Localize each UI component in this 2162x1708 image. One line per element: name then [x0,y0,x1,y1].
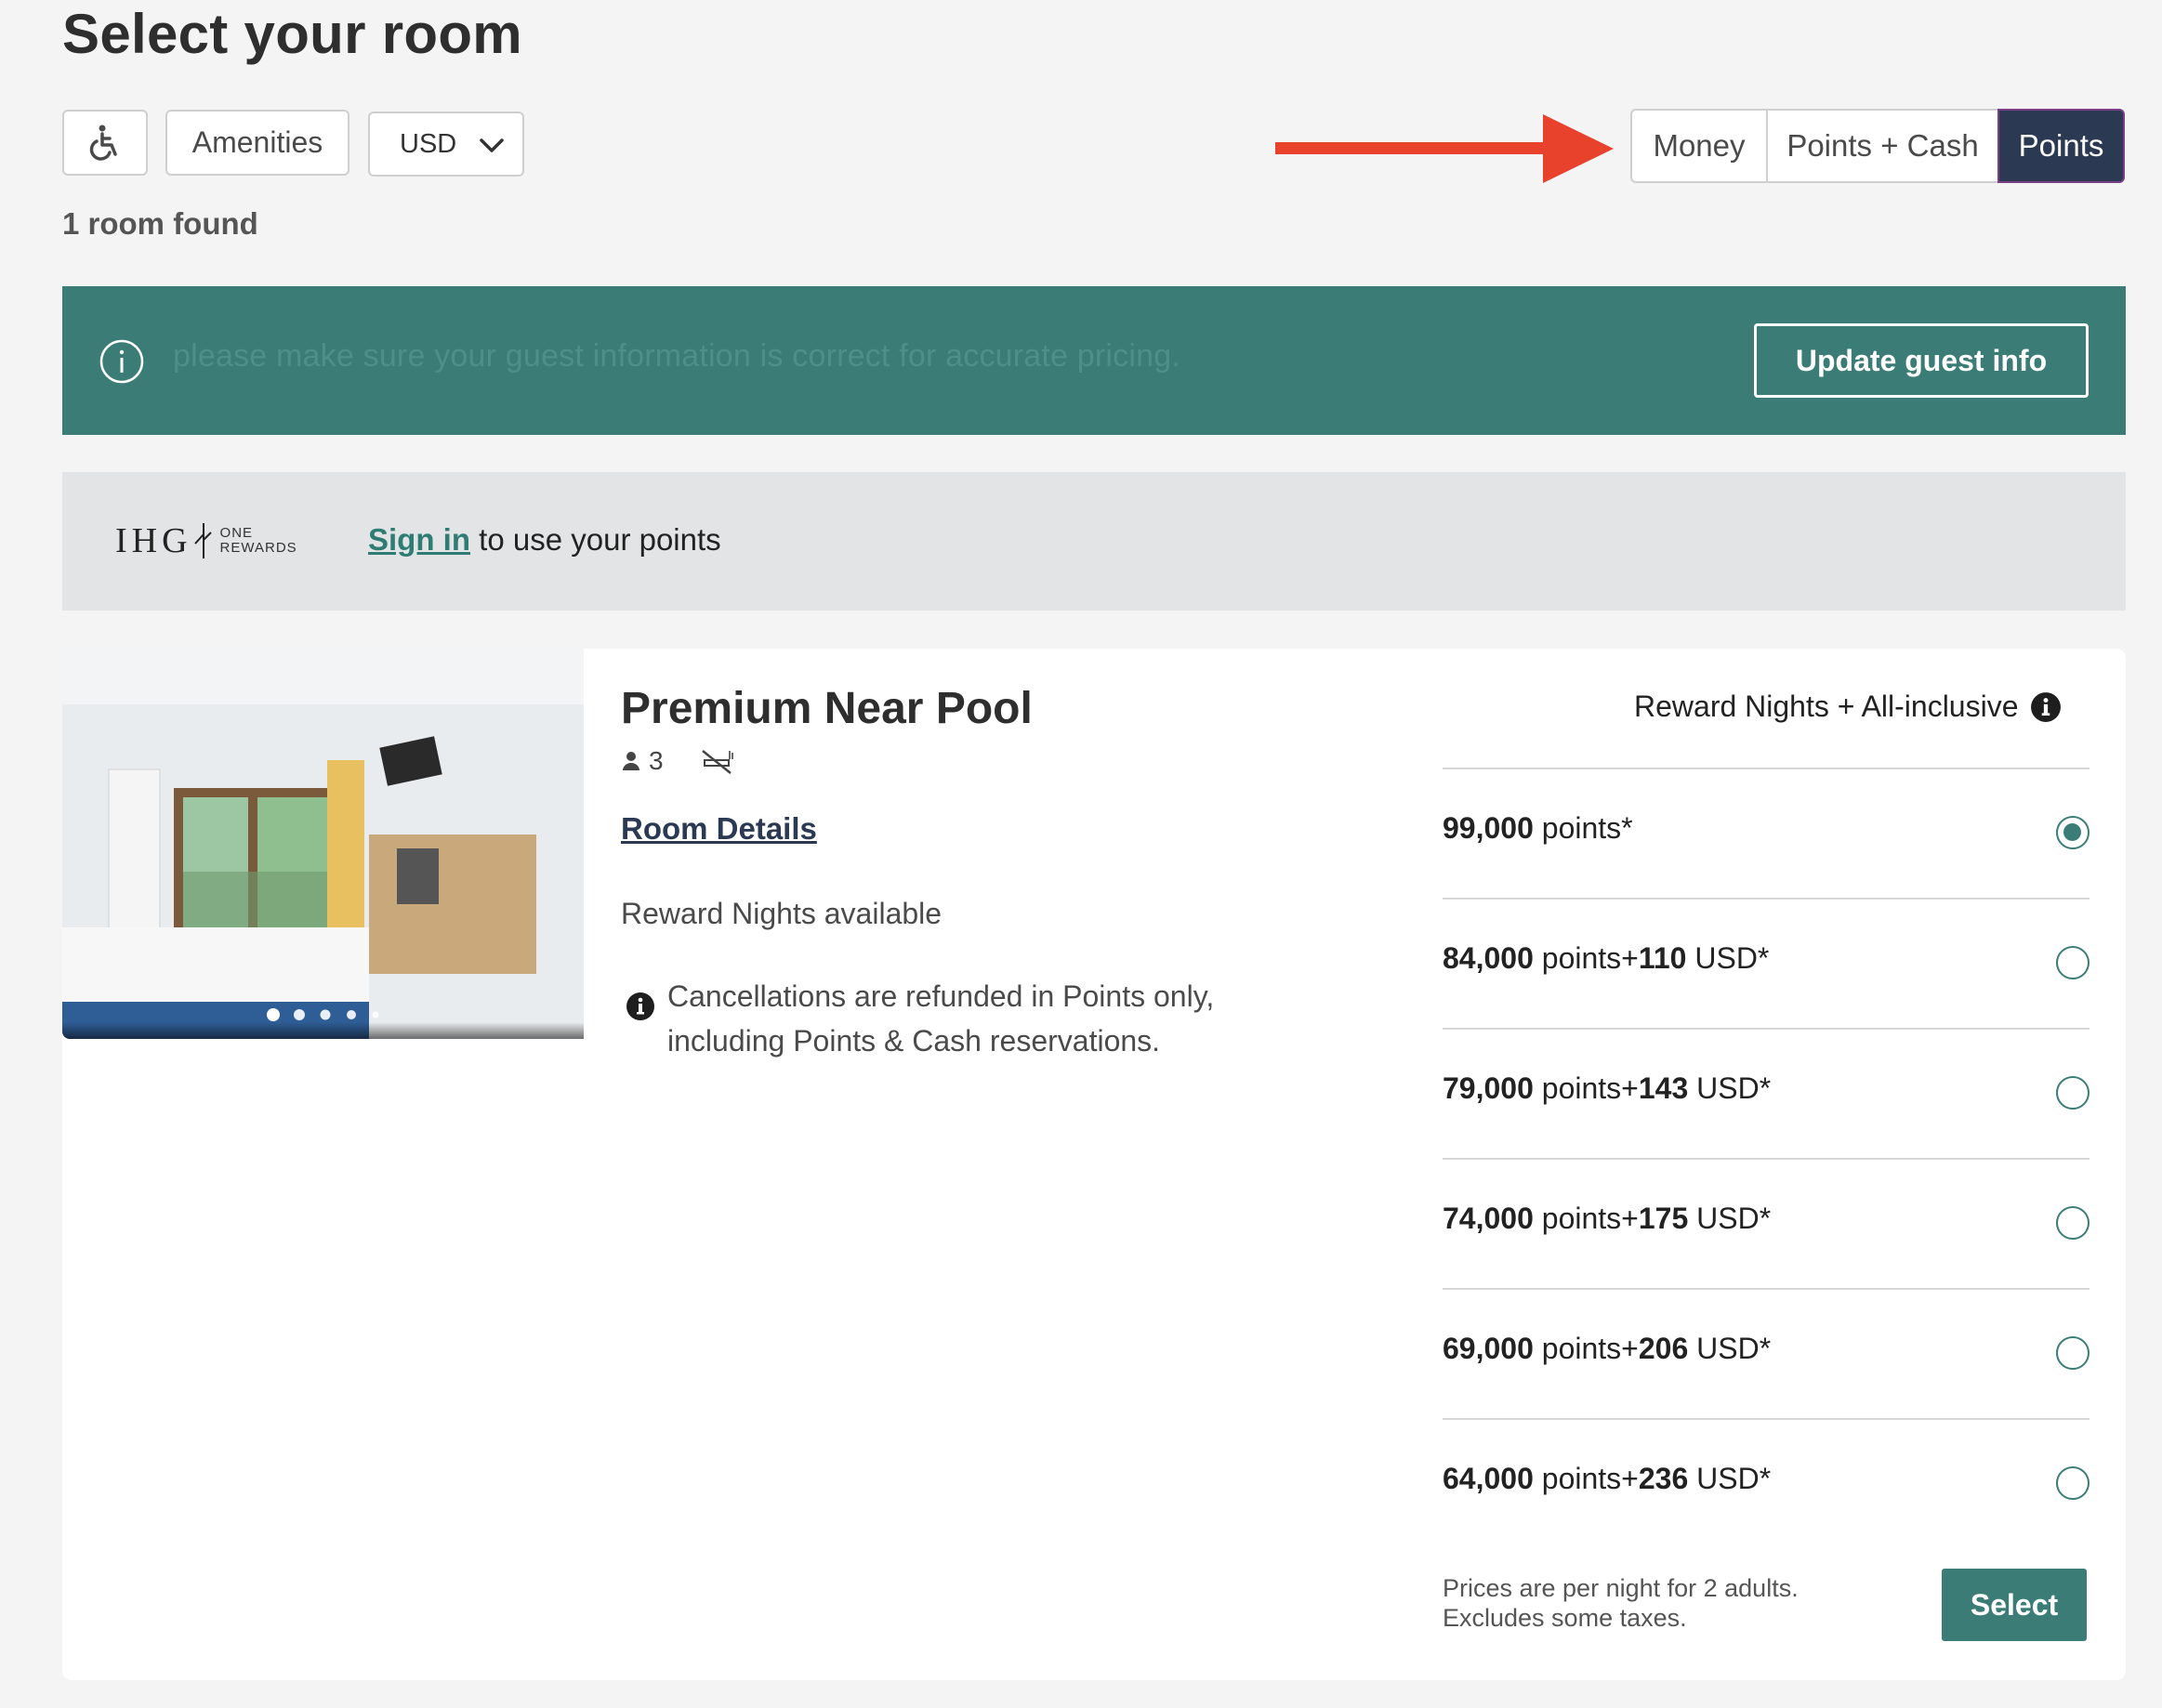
rate-title: Reward Nights + All-inclusive [1634,690,2019,723]
rate-radio[interactable] [2056,946,2089,979]
rate-currency: USD* [1696,1202,1772,1235]
rate-text: 64,000 points+236 USD* [1443,1462,1771,1496]
select-room-button[interactable]: Select [1942,1569,2087,1641]
rate-text: 74,000 points+175 USD* [1443,1202,1771,1236]
price-note-line2: Excludes some taxes. [1443,1604,1687,1632]
logo-line1: ONE [219,525,254,541]
update-guest-info-button[interactable]: Update guest info [1754,323,2089,398]
chevron-down-icon [480,138,504,152]
room-photo [62,649,584,1039]
toggle-points-cash[interactable]: Points + Cash [1766,109,1999,183]
rate-text: 69,000 points+206 USD* [1443,1332,1771,1366]
reward-availability: Reward Nights available [621,897,943,930]
rate-option[interactable]: 84,000 points+110 USD* [1443,898,2089,1028]
rate-currency: USD* [1694,941,1770,975]
logo-line2: REWARDS [219,540,297,556]
rate-radio-selected[interactable] [2056,816,2089,849]
rate-text: 84,000 points+110 USD* [1443,941,1769,976]
wheelchair-icon [89,125,117,161]
rate-info-icon[interactable] [2030,691,2062,723]
rate-points-label: points [1541,1332,1622,1365]
signin-trailing-text: to use your points [479,522,721,557]
sign-in-link[interactable]: Sign in [368,522,470,557]
cancellation-note: Cancellations are refunded in Points onl… [667,979,1215,1058]
rooms-found-count: 1 room found [62,206,258,241]
rate-cash: 206 [1638,1332,1689,1365]
banner-message: please make sure your guest information … [173,338,1180,374]
rate-points-label: points [1541,941,1622,975]
info-circle-icon [99,339,144,384]
rate-points: 84,000 [1443,941,1534,975]
no-smoking-icon [701,750,733,774]
rate-cash: 110 [1638,941,1687,975]
rate-points: 74,000 [1443,1202,1534,1235]
room-name: Premium Near Pool [621,684,1033,733]
rate-option[interactable]: 79,000 points+143 USD* [1443,1028,2089,1158]
rate-currency: USD* [1696,1071,1772,1105]
toggle-points[interactable]: Points [1997,109,2125,183]
rate-cash: 143 [1638,1071,1689,1105]
rate-points-label: points [1541,1462,1622,1495]
red-arrow-annotation [1275,114,1614,183]
rate-option[interactable]: 69,000 points+206 USD* [1443,1288,2089,1418]
rate-radio[interactable] [2056,1466,2089,1500]
rate-plus: + [1621,941,1639,975]
rate-points: 79,000 [1443,1071,1534,1105]
rate-cash: 236 [1638,1462,1689,1495]
rate-points: 64,000 [1443,1462,1534,1495]
ihg-one-rewards-logo: IHG ONE REWARDS [115,520,297,561]
rate-points-label: points [1541,1202,1622,1235]
rate-plus: + [1621,1071,1639,1105]
room-details-link[interactable]: Room Details [621,811,817,847]
rate-plus: + [1621,1332,1639,1365]
price-note-line1: Prices are per night for 2 adults. [1443,1574,1799,1602]
rate-currency: USD* [1696,1462,1772,1495]
room-meta: 3 [621,746,736,776]
room-photo-carousel[interactable] [62,649,584,1039]
rate-plus: + [1621,1462,1639,1495]
occupancy-count: 3 [649,746,664,775]
logo-subtext: ONE REWARDS [220,526,297,556]
rate-plus: + [1621,1202,1639,1235]
rate-option[interactable]: 64,000 points+236 USD* [1443,1418,2089,1548]
rate-option[interactable]: 99,000 points* [1443,768,2089,898]
currency-value: USD [400,128,457,159]
rate-radio[interactable] [2056,1336,2089,1370]
logo-mark-icon [193,523,212,558]
rate-points: 69,000 [1443,1332,1534,1365]
toggle-money[interactable]: Money [1630,109,1768,183]
payment-type-toggle: Money Points + Cash Points [1630,109,2125,183]
rate-radio[interactable] [2056,1206,2089,1240]
rate-cash: 175 [1638,1202,1689,1235]
info-filled-icon [626,992,654,1020]
currency-select[interactable]: USD [368,112,524,177]
amenities-filter-button[interactable]: Amenities [165,110,349,176]
page-title: Select your room [62,3,522,65]
rate-text: 99,000 points* [1443,811,1633,846]
rate-points-label: points [1541,1071,1622,1105]
rate-points: 99,000 [1443,811,1534,845]
rate-radio[interactable] [2056,1076,2089,1110]
accessibility-filter-button[interactable] [62,110,148,176]
person-icon [623,752,639,770]
rate-header: Reward Nights + All-inclusive [1634,690,2062,724]
logo-brand: IHG [115,521,192,560]
rate-text: 79,000 points+143 USD* [1443,1071,1771,1106]
signin-prompt: Sign in to use your points [368,522,721,558]
rate-option[interactable]: 74,000 points+175 USD* [1443,1158,2089,1288]
rate-currency: USD* [1696,1332,1772,1365]
rate-points-label: points* [1541,811,1633,845]
price-note: Prices are per night for 2 adults. Exclu… [1443,1573,1799,1633]
